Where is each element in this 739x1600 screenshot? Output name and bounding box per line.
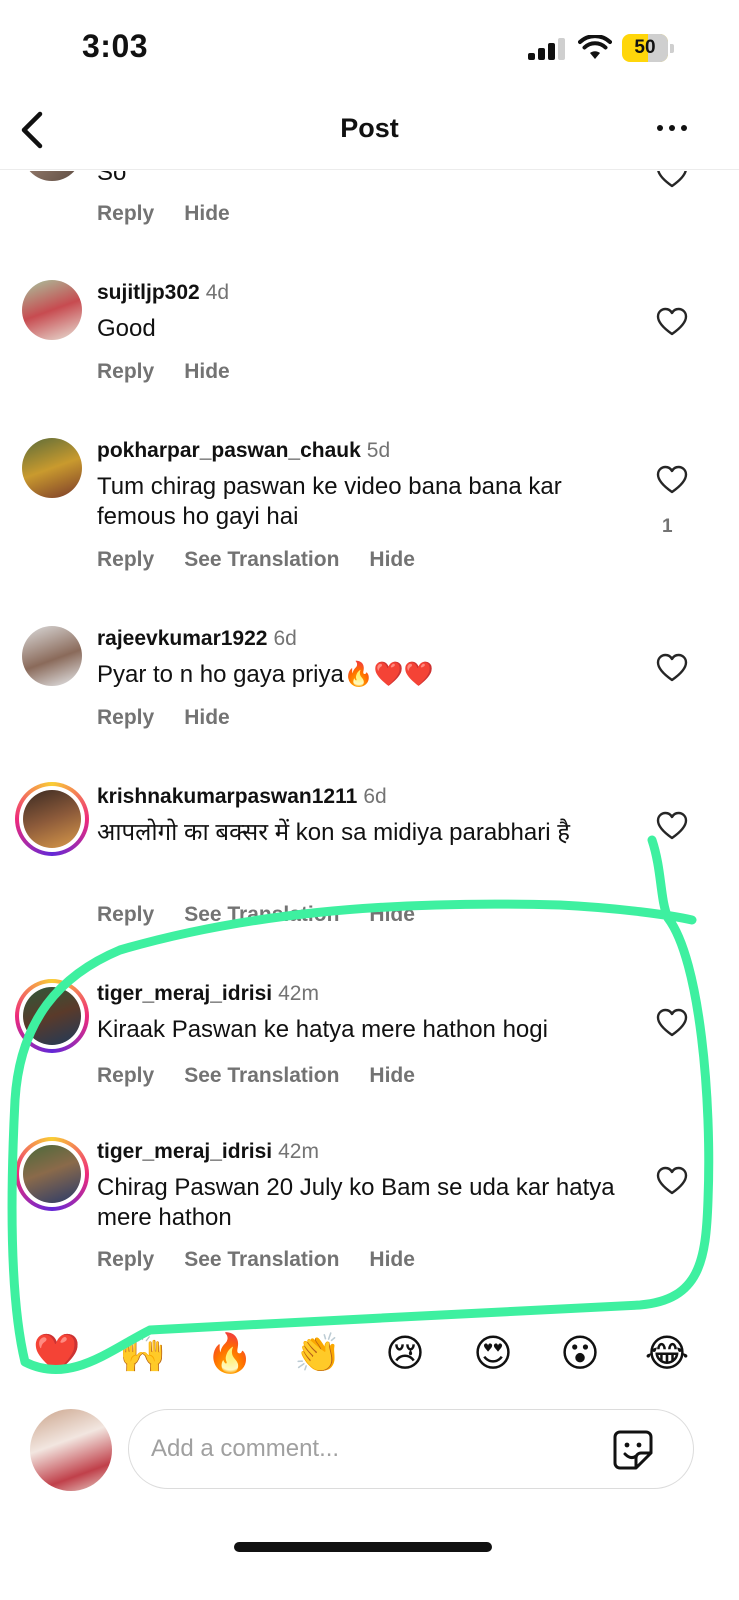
comment-actions: Reply Hide (97, 706, 260, 730)
comment-time: 5d (366, 439, 391, 462)
comment-text: Good (97, 315, 156, 342)
comment-actions: Reply Hide (97, 360, 260, 384)
comment-composer (128, 1409, 694, 1489)
see-translation-button[interactable]: See Translation (184, 548, 339, 571)
wifi-icon (578, 35, 612, 59)
comment-text: Tum chirag paswan ke video bana bana kar… (97, 473, 562, 530)
emoji-raised-hands[interactable]: 🙌 (118, 1326, 168, 1382)
signal-icon (528, 38, 566, 60)
reply-button[interactable]: Reply (97, 706, 154, 729)
hide-button[interactable]: Hide (184, 202, 230, 225)
reply-button[interactable]: Reply (97, 1248, 154, 1271)
hide-button[interactable]: Hide (184, 706, 230, 729)
comment-username[interactable]: rajeevkumar1922 (97, 627, 267, 650)
see-translation-button[interactable]: See Translation (184, 1248, 339, 1271)
emoji-reaction-bar: ❤️ 🙌 🔥 👏 😢 😍 😮 😂 (0, 1326, 739, 1382)
avatar[interactable] (15, 782, 89, 856)
comment-time: 4d (205, 281, 230, 304)
comment-actions: Reply See Translation Hide (97, 1064, 445, 1088)
comment-time: 6d (363, 785, 387, 808)
comment-username[interactable]: tiger_meraj_idrisi (97, 982, 272, 1005)
my-avatar[interactable] (30, 1409, 112, 1491)
comment-username[interactable]: sujitljp302 (97, 281, 200, 304)
battery-icon: 50 (622, 34, 674, 62)
status-time: 3:03 (82, 28, 149, 64)
hide-button[interactable]: Hide (369, 1248, 415, 1271)
comment-text: So (97, 171, 127, 186)
comment-text: Chirag Paswan 20 July ko Bam se uda kar … (97, 1174, 615, 1231)
emoji-fire[interactable]: 🔥 (205, 1326, 255, 1382)
header-bar: Post (0, 100, 739, 170)
avatar[interactable] (22, 280, 82, 340)
heart-icon[interactable] (656, 653, 688, 683)
heart-icon[interactable] (656, 1166, 688, 1196)
comments-list[interactable]: So Reply Hide sujitljp302 4d Good Reply Hid… (0, 171, 739, 1301)
comment-username[interactable]: krishnakumarpaswan1211 (97, 785, 357, 808)
emoji-surprised[interactable]: 😮 (555, 1326, 605, 1382)
reply-button[interactable]: Reply (97, 202, 154, 225)
reply-button[interactable]: Reply (97, 548, 154, 571)
like-count: 1 (662, 516, 673, 537)
comment-username[interactable]: tiger_meraj_idrisi (97, 1140, 272, 1163)
heart-icon[interactable] (656, 1008, 688, 1038)
emoji-laughing[interactable]: 😂 (642, 1326, 692, 1382)
heart-icon[interactable] (656, 465, 688, 495)
hide-button[interactable]: Hide (369, 903, 415, 926)
comment-text: Pyar to n ho gaya priya🔥❤️❤️ (97, 661, 434, 688)
status-bar: 3:03 50 (0, 0, 739, 100)
hide-button[interactable]: Hide (369, 548, 415, 571)
avatar[interactable] (22, 438, 82, 498)
comment-actions: Reply See Translation Hide (97, 548, 445, 572)
heart-icon[interactable] (656, 171, 688, 189)
avatar[interactable] (22, 171, 82, 181)
comment-input[interactable] (151, 1410, 591, 1487)
reply-button[interactable]: Reply (97, 903, 154, 926)
comment-username[interactable]: pokharpar_paswan_chauk (97, 439, 361, 462)
see-translation-button[interactable]: See Translation (184, 1064, 339, 1087)
comment-time: 6d (273, 627, 297, 650)
comment-time: 42m (278, 982, 319, 1005)
hide-button[interactable]: Hide (369, 1064, 415, 1087)
reply-button[interactable]: Reply (97, 1064, 154, 1087)
page-title: Post (340, 113, 399, 143)
comment-time: 42m (278, 1140, 319, 1163)
reply-button[interactable]: Reply (97, 360, 154, 383)
comment-actions: Reply See Translation Hide (97, 1248, 445, 1272)
more-options-icon[interactable] (654, 118, 690, 138)
comment-actions: Reply Hide (97, 202, 260, 226)
avatar[interactable] (15, 1137, 89, 1211)
avatar[interactable] (22, 626, 82, 686)
heart-icon[interactable] (656, 811, 688, 841)
comment-text: आपलोगो का बक्सर में kon sa midiya parabh… (97, 819, 570, 846)
avatar[interactable] (15, 979, 89, 1053)
battery-level: 50 (634, 37, 656, 58)
see-translation-button[interactable]: See Translation (184, 903, 339, 926)
comment-actions: Reply See Translation Hide (97, 903, 445, 927)
heart-icon[interactable] (656, 307, 688, 337)
hide-button[interactable]: Hide (184, 360, 230, 383)
comment-text: Kiraak Paswan ke hatya mere hathon hogi (97, 1016, 548, 1043)
emoji-heart[interactable]: ❤️ (32, 1326, 82, 1382)
sticker-icon[interactable] (612, 1429, 654, 1471)
emoji-heart-eyes[interactable]: 😍 (468, 1326, 518, 1382)
emoji-crying[interactable]: 😢 (380, 1326, 430, 1382)
emoji-clap[interactable]: 👏 (293, 1326, 343, 1382)
home-indicator (234, 1542, 492, 1552)
